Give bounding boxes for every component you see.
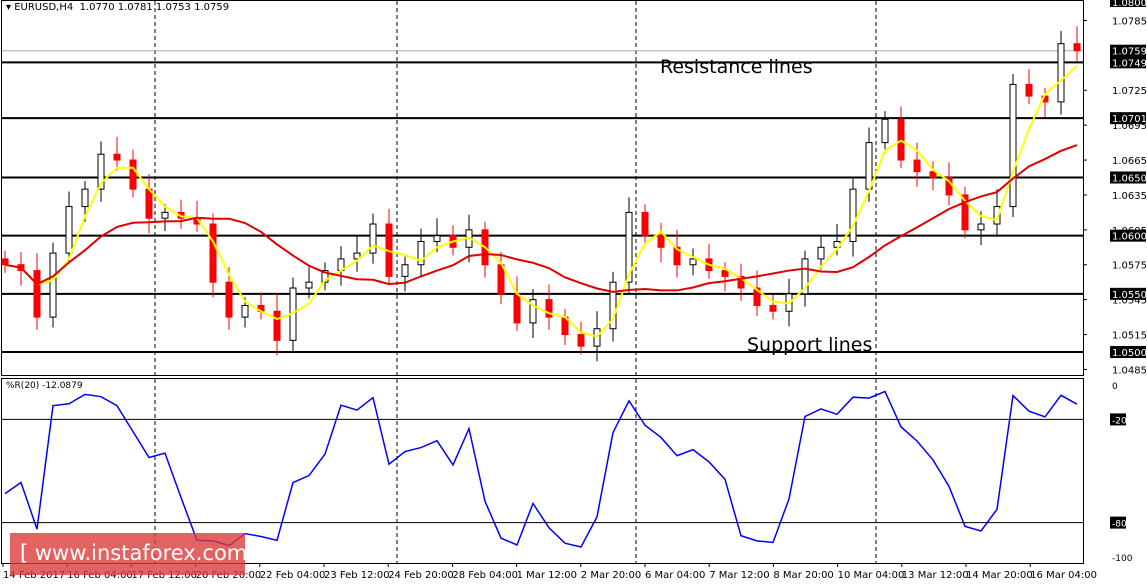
price-chart: 1.07851.07251.06951.06651.06351.06051.05…	[1, 0, 1147, 581]
candle-body	[161, 211, 169, 219]
resistance-label: Resistance lines	[660, 56, 813, 78]
ohlc-values: 1.0770 1.0781 1.0753 1.0759	[79, 2, 230, 13]
level-label: 1.0650	[1112, 173, 1147, 184]
candle-body	[641, 211, 649, 237]
price-tick-label: 1.0785	[1112, 16, 1147, 27]
candle-body	[689, 258, 697, 266]
price-tick-label: 1.0515	[1112, 331, 1147, 342]
time-label: 6 Mar 04:00	[645, 570, 705, 581]
candle-body	[849, 188, 857, 242]
candle-body	[929, 171, 937, 178]
time-label: 10 Mar 04:00	[838, 570, 905, 581]
candle-body	[273, 310, 281, 341]
symbol: EURUSD,H4	[14, 2, 74, 13]
price-tick-label: 1.0485	[1112, 365, 1147, 376]
candle-body	[817, 246, 825, 260]
time-label: 28 Feb 04:00	[452, 570, 518, 581]
candle-body	[225, 281, 233, 318]
indicator-label: %R(20) -12.0879	[6, 381, 83, 391]
price-pane-frame	[1, 0, 1084, 376]
time-label: 22 Feb 04:00	[260, 570, 326, 581]
candle-body	[1073, 43, 1081, 52]
time-label: 2 Mar 20:00	[581, 570, 641, 581]
time-label: 23 Feb 12:00	[324, 570, 390, 581]
candle-body	[1025, 83, 1033, 97]
candle-body	[865, 142, 873, 190]
level-label: 1.0749	[1112, 58, 1147, 69]
candle-body	[977, 223, 985, 231]
candle-body	[49, 252, 57, 318]
level-label: 1.0701	[1112, 114, 1147, 125]
time-label: 14 Mar 20:00	[966, 570, 1033, 581]
time-label: 1 Mar 12:00	[517, 570, 577, 581]
price-tick-label: 1.0575	[1112, 261, 1147, 272]
time-label: 7 Mar 12:00	[709, 570, 769, 581]
candle-body	[497, 264, 505, 295]
candle-body	[209, 223, 217, 283]
candle-body	[433, 235, 441, 242]
candle-body	[401, 264, 409, 277]
candle-body	[33, 270, 41, 318]
candle-body	[513, 293, 521, 324]
time-label: 13 Mar 12:00	[902, 570, 969, 581]
level-label: 1.0600	[1112, 232, 1147, 243]
candle-body	[1057, 43, 1065, 103]
wpr-level-label: 0	[1112, 382, 1118, 392]
top-price-label: 1.0800	[1112, 0, 1147, 9]
price-tick-label: 1.0635	[1112, 191, 1147, 202]
candle-body	[81, 188, 89, 208]
price-tick-label: 1.0665	[1112, 156, 1147, 167]
candle-body	[241, 304, 249, 318]
candle-body	[577, 334, 585, 347]
time-label: 24 Feb 20:00	[388, 570, 454, 581]
support-label: Support lines	[747, 334, 873, 356]
chart-title: ▾ EURUSD,H4 1.0770 1.0781 1.0753 1.0759	[6, 2, 230, 13]
time-label: 8 Mar 20:00	[773, 570, 833, 581]
candle-body	[721, 270, 729, 277]
wpr-line	[4, 390, 1078, 548]
candle-body	[1, 258, 9, 266]
candle-body	[657, 235, 665, 248]
time-label: 16 Mar 04:00	[1030, 570, 1097, 581]
level-label: 1.0500	[1112, 348, 1147, 359]
candle-body	[881, 118, 889, 144]
wpr-level-label: -20	[1112, 416, 1127, 426]
level-label: 1.0550	[1112, 290, 1147, 301]
candle-body	[65, 206, 73, 254]
candle-body	[145, 188, 153, 219]
wpr-level-label: -80	[1112, 520, 1127, 530]
candle-body	[129, 159, 137, 190]
watermark: [ www.instaforex.com ]	[10, 533, 262, 575]
price-tick-label: 1.0725	[1112, 86, 1147, 97]
wpr-level-label: -100	[1112, 554, 1133, 564]
candle-body	[1009, 83, 1017, 208]
candle-body	[769, 304, 777, 312]
candle-body	[113, 153, 121, 161]
fast-ma-line	[4, 64, 1078, 338]
current-price-label: 1.0759	[1112, 47, 1147, 58]
candle-body	[913, 159, 921, 173]
candle-body	[305, 281, 313, 289]
